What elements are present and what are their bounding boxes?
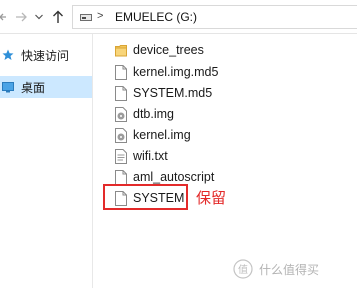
sidebar-item-quick-access[interactable]: 快速访问 xyxy=(0,44,92,66)
address-bar[interactable]: > EMUELEC (G:) xyxy=(72,5,357,29)
text-file-icon xyxy=(115,148,127,164)
disk-image-icon xyxy=(115,106,127,122)
watermark: 值 什么值得买 xyxy=(233,259,319,279)
file-name: kernel.img xyxy=(133,128,191,142)
watermark-text: 什么值得买 xyxy=(259,262,320,277)
file-icon xyxy=(115,169,127,185)
file-name: dtb.img xyxy=(133,107,174,121)
file-name: wifi.txt xyxy=(133,149,168,163)
navigation-pane: 快速访问 桌面 xyxy=(0,34,92,288)
desktop-icon xyxy=(2,81,14,93)
svg-text:值: 值 xyxy=(238,263,248,276)
arrow-up-icon xyxy=(53,10,63,23)
breadcrumb-path[interactable]: EMUELEC (G:) xyxy=(115,10,197,24)
highlight-box xyxy=(103,184,188,210)
list-item[interactable]: kernel.img xyxy=(115,125,295,145)
file-name: aml_autoscript xyxy=(133,170,215,184)
star-icon xyxy=(2,49,14,61)
list-item[interactable]: kernel.img.md5 xyxy=(115,62,295,82)
sidebar-item-label: 快速访问 xyxy=(21,48,70,63)
list-item[interactable]: SYSTEM.md5 xyxy=(115,83,295,103)
breadcrumb-separator[interactable]: > xyxy=(97,10,103,22)
watermark-logo: 值 xyxy=(233,259,253,279)
recent-locations-button[interactable] xyxy=(34,0,44,34)
up-button[interactable] xyxy=(50,0,66,34)
annotation-label: 保留 xyxy=(196,189,227,207)
file-icon xyxy=(115,64,127,80)
disk-image-icon xyxy=(115,127,127,143)
drive-icon xyxy=(80,14,92,21)
file-name: SYSTEM.md5 xyxy=(133,86,213,100)
list-item[interactable]: device_trees xyxy=(115,40,295,60)
arrow-left-icon xyxy=(0,13,6,21)
chevron-down-icon xyxy=(35,14,43,20)
sidebar-item-desktop[interactable]: 桌面 xyxy=(0,76,92,98)
file-name: kernel.img.md5 xyxy=(133,65,219,79)
file-icon xyxy=(115,85,127,101)
forward-button[interactable] xyxy=(14,0,28,34)
arrow-right-icon xyxy=(16,12,27,22)
file-list: device_trees kernel.img.md5 SYSTEM.md5 d… xyxy=(93,34,357,288)
navigation-bar: > EMUELEC (G:) xyxy=(0,0,357,34)
file-name: device_trees xyxy=(133,43,204,57)
sidebar-item-label: 桌面 xyxy=(21,80,46,95)
list-item[interactable]: dtb.img xyxy=(115,104,295,124)
folder-icon xyxy=(115,44,127,56)
list-item[interactable]: wifi.txt xyxy=(115,146,295,166)
back-button[interactable] xyxy=(0,0,8,34)
